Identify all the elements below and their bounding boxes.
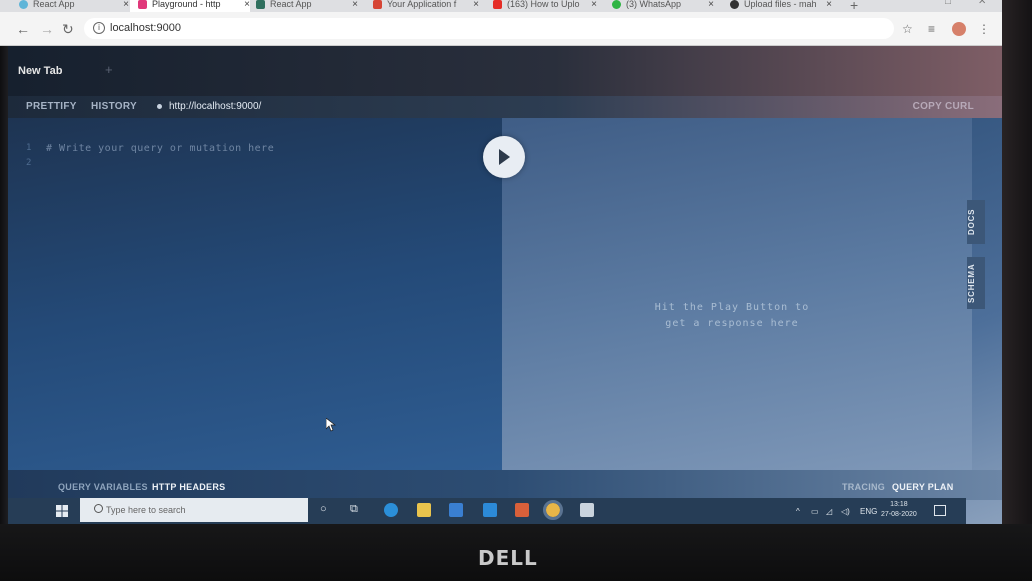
screen: React App × Playground - http × React Ap… bbox=[0, 0, 1002, 524]
github-icon bbox=[730, 0, 739, 9]
tab-title: (3) WhatsApp bbox=[626, 0, 682, 9]
search-placeholder: Type here to search bbox=[106, 505, 186, 515]
browser-tab[interactable]: React App × bbox=[256, 0, 358, 12]
dell-logo: DELL bbox=[478, 546, 538, 570]
tab-title: (163) How to Uplo bbox=[507, 0, 580, 9]
status-dot bbox=[157, 104, 162, 109]
address-bar: ← → ↻ i localhost:9000 ☆ ≡ ⋮ bbox=[0, 12, 1002, 46]
url-text: localhost:9000 bbox=[110, 22, 181, 34]
playground-icon bbox=[138, 0, 147, 9]
mouse-cursor-icon bbox=[326, 418, 336, 432]
edge-icon[interactable] bbox=[384, 503, 398, 517]
taskbar-clock[interactable]: 13:18 27-08-2020 bbox=[881, 500, 917, 520]
tracing-tab[interactable]: TRACING bbox=[842, 482, 885, 492]
close-window-icon[interactable]: ✕ bbox=[978, 0, 986, 7]
battery-icon[interactable]: ▭ bbox=[811, 507, 819, 516]
query-variables-tab[interactable]: QUERY VARIABLES bbox=[58, 482, 148, 492]
windows-taskbar: Type here to search ○ ⧉ ^ ▭ ◿ ◁) ENG 13:… bbox=[8, 498, 966, 524]
line-number: 2 bbox=[26, 158, 32, 168]
office-icon[interactable] bbox=[515, 503, 529, 517]
result-hint-line: Hit the Play Button to bbox=[654, 302, 810, 313]
search-icon bbox=[94, 504, 103, 513]
tab-title: Your Application f bbox=[387, 0, 457, 9]
tab-title: React App bbox=[33, 0, 75, 9]
cortana-icon[interactable]: ○ bbox=[320, 503, 327, 515]
menu-dots-icon[interactable]: ⋮ bbox=[978, 22, 990, 36]
browser-tab[interactable]: (163) How to Uplo × bbox=[493, 0, 597, 12]
task-view-icon[interactable]: ⧉ bbox=[350, 503, 358, 516]
result-hint: Hit the Play Button to get a response he… bbox=[652, 300, 812, 332]
browser-tab[interactable]: React App × bbox=[19, 0, 129, 12]
editor-placeholder: # Write your query or mutation here bbox=[46, 143, 275, 154]
notification-icon[interactable] bbox=[934, 505, 946, 516]
endpoint-url[interactable]: http://localhost:9000/ bbox=[169, 101, 261, 112]
schema-tab[interactable]: SCHEMA bbox=[967, 257, 985, 309]
playground-tab[interactable]: New Tab bbox=[18, 65, 62, 77]
result-hint-line: get a response here bbox=[665, 318, 799, 329]
chrome-icon[interactable] bbox=[543, 500, 563, 520]
playground-toolbar: PRETTIFY HISTORY http://localhost:9000/ … bbox=[8, 96, 1002, 118]
line-number: 1 bbox=[26, 143, 32, 153]
close-tab-icon[interactable]: × bbox=[473, 0, 479, 10]
file-explorer-icon[interactable] bbox=[417, 503, 431, 517]
back-icon[interactable]: ← bbox=[16, 21, 30, 37]
http-headers-tab[interactable]: HTTP HEADERS bbox=[152, 482, 225, 492]
forward-icon[interactable]: → bbox=[40, 21, 54, 37]
close-tab-icon[interactable]: × bbox=[708, 0, 714, 10]
react-icon bbox=[19, 0, 28, 9]
close-tab-icon[interactable]: × bbox=[244, 0, 250, 10]
close-tab-icon[interactable]: × bbox=[123, 0, 129, 10]
clock-time: 13:18 bbox=[890, 501, 908, 508]
query-editor[interactable]: 1 2 # Write your query or mutation here bbox=[8, 118, 502, 470]
tab-title: React App bbox=[270, 0, 312, 9]
language-indicator[interactable]: ENG bbox=[860, 507, 877, 516]
youtube-icon bbox=[493, 0, 502, 9]
app-window-icon[interactable] bbox=[580, 503, 594, 517]
profile-avatar[interactable] bbox=[952, 22, 966, 36]
browser-tab[interactable]: (3) WhatsApp × bbox=[612, 0, 714, 12]
browser-tab[interactable]: Your Application f × bbox=[373, 0, 479, 12]
add-tab-icon[interactable]: + bbox=[105, 62, 113, 77]
browser-tab-active[interactable]: Playground - http × bbox=[130, 0, 250, 12]
query-plan-tab[interactable]: QUERY PLAN bbox=[892, 482, 954, 492]
info-icon[interactable]: i bbox=[93, 22, 105, 34]
mail-icon[interactable] bbox=[483, 503, 497, 517]
close-tab-icon[interactable]: × bbox=[826, 0, 832, 10]
play-icon bbox=[499, 149, 510, 165]
windows-start-icon[interactable] bbox=[56, 505, 68, 517]
react-icon bbox=[256, 0, 265, 9]
playground-bottom-bar: QUERY VARIABLES HTTP HEADERS TRACING QUE… bbox=[8, 470, 1002, 500]
media-control-icon[interactable]: ≡ bbox=[928, 22, 935, 36]
close-tab-icon[interactable]: × bbox=[591, 0, 597, 10]
docs-tab[interactable]: DOCS bbox=[967, 200, 985, 244]
result-panel: Hit the Play Button to get a response he… bbox=[502, 118, 972, 470]
monitor-bezel-right bbox=[998, 0, 1032, 581]
browser-tab[interactable]: Upload files - mah × bbox=[730, 0, 832, 12]
url-input[interactable]: i localhost:9000 bbox=[84, 18, 894, 39]
copy-curl-button[interactable]: COPY CURL bbox=[913, 101, 974, 112]
clock-date: 27-08-2020 bbox=[881, 511, 917, 518]
show-hidden-icons[interactable]: ^ bbox=[796, 507, 800, 516]
whatsapp-icon bbox=[612, 0, 621, 9]
reload-icon[interactable]: ↻ bbox=[62, 21, 74, 38]
tab-title: Upload files - mah bbox=[744, 0, 817, 9]
playground-tab-bar: New Tab + bbox=[8, 46, 1002, 96]
close-tab-icon[interactable]: × bbox=[352, 0, 358, 10]
volume-icon[interactable]: ◁) bbox=[841, 507, 850, 516]
taskbar-search-input[interactable]: Type here to search bbox=[80, 498, 308, 522]
bookmark-star-icon[interactable]: ☆ bbox=[902, 22, 913, 36]
browser-tab-strip: React App × Playground - http × React Ap… bbox=[0, 0, 1002, 13]
execute-query-button[interactable] bbox=[483, 136, 525, 178]
playground-app: New Tab + PRETTIFY HISTORY http://localh… bbox=[8, 46, 1002, 524]
restore-window-icon[interactable]: □ bbox=[945, 0, 951, 7]
gmail-icon bbox=[373, 0, 382, 9]
wifi-icon[interactable]: ◿ bbox=[826, 507, 832, 516]
history-button[interactable]: HISTORY bbox=[91, 101, 137, 112]
prettify-button[interactable]: PRETTIFY bbox=[26, 101, 77, 112]
store-icon[interactable] bbox=[449, 503, 463, 517]
tab-title: Playground - http bbox=[152, 0, 221, 9]
